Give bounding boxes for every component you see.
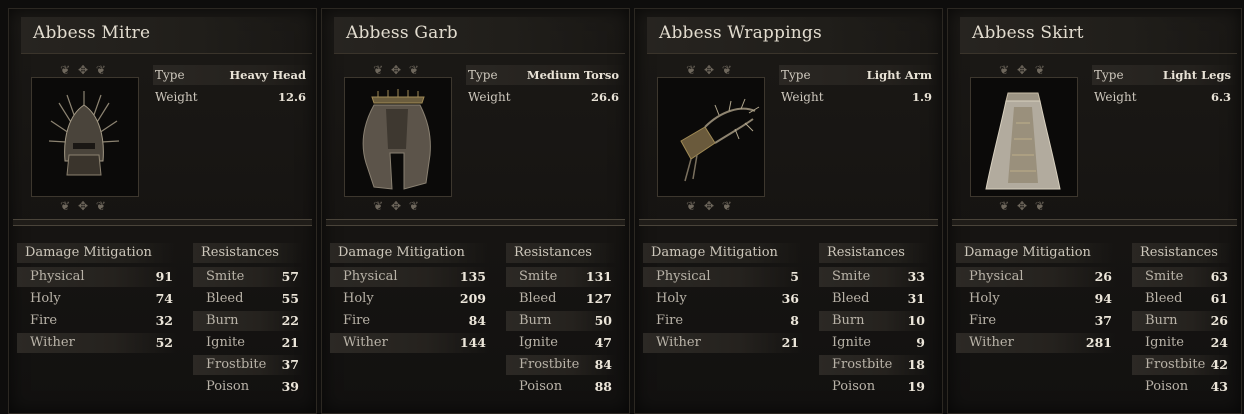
item-name: Abbess Wrappings — [659, 23, 822, 43]
damage-mitigation-header: Damage Mitigation — [17, 243, 177, 263]
stat-wither: Wither 281 — [956, 333, 1116, 353]
robe-icon — [362, 89, 431, 190]
stat-physical: Physical 135 — [330, 267, 490, 287]
weight-value: 1.9 — [911, 90, 932, 104]
res-bleed: Bleed 61 — [1145, 291, 1228, 306]
res-burn: Burn 10 — [819, 311, 929, 331]
stat-physical: Physical 91 — [17, 267, 177, 287]
divider — [13, 219, 312, 226]
type-label: Type — [155, 68, 185, 82]
res-poison: Poison 88 — [519, 379, 612, 394]
stat-physical: Physical 26 — [956, 267, 1116, 287]
res-poison: Poison 43 — [1145, 379, 1228, 394]
stat-wither: Wither 144 — [330, 333, 490, 353]
res-poison: Poison 19 — [832, 379, 925, 394]
type-label: Type — [1094, 68, 1124, 82]
res-smite: Smite 131 — [506, 267, 616, 287]
res-smite: Smite 63 — [1132, 267, 1232, 287]
stat-physical: Physical 5 — [643, 267, 803, 287]
resistances-header: Resistances — [819, 243, 929, 263]
armor-card-abbess-mitre[interactable]: Abbess Mitre ❦ ✥ ❦ ❦ ✥ ❦ Type Heavy Head — [8, 8, 317, 414]
divider — [952, 219, 1237, 226]
weight-label: Weight — [1094, 90, 1137, 104]
res-ignite: Ignite 47 — [519, 335, 612, 350]
helmet-icon — [48, 91, 120, 176]
armor-card-abbess-skirt[interactable]: Abbess Skirt ❦ ✥ ❦ ❦ ✥ ❦ Type Light Legs … — [947, 8, 1242, 414]
res-frostbite: Frostbite 84 — [506, 355, 616, 375]
stat-holy: Holy 209 — [343, 291, 486, 306]
ornament-bottom-icon: ❦ ✥ ❦ — [373, 199, 421, 213]
weight-label: Weight — [155, 90, 198, 104]
res-frostbite: Frostbite 37 — [193, 355, 303, 375]
armor-card-abbess-garb[interactable]: Abbess Garb ❦ ✥ ❦ ❦ ✥ ❦ Type Medium Torso… — [321, 8, 630, 414]
res-bleed: Bleed 31 — [832, 291, 925, 306]
item-name: Abbess Garb — [346, 23, 458, 43]
divider — [326, 219, 625, 226]
item-name: Abbess Skirt — [972, 23, 1084, 43]
res-ignite: Ignite 24 — [1145, 335, 1228, 350]
res-bleed: Bleed 127 — [519, 291, 612, 306]
ornament-bottom-icon: ❦ ✥ ❦ — [60, 199, 108, 213]
stat-fire: Fire 8 — [656, 313, 799, 328]
item-image-frame: ❦ ✥ ❦ ❦ ✥ ❦ — [647, 63, 773, 213]
stat-holy: Holy 36 — [656, 291, 799, 306]
divider — [639, 219, 938, 226]
type-value: Heavy Head — [229, 68, 306, 82]
weight-value: 6.3 — [1210, 90, 1231, 104]
ornament-bottom-icon: ❦ ✥ ❦ — [686, 199, 734, 213]
armor-compare-panel: Abbess Mitre ❦ ✥ ❦ ❦ ✥ ❦ Type Heavy Head — [0, 0, 1244, 414]
resistances-header: Resistances — [1132, 243, 1232, 263]
stat-wither: Wither 52 — [17, 333, 177, 353]
ornament-bottom-icon: ❦ ✥ ❦ — [999, 199, 1047, 213]
weight-label: Weight — [468, 90, 511, 104]
stat-fire: Fire 32 — [30, 313, 173, 328]
type-value: Light Legs — [1162, 68, 1231, 82]
resistances-header: Resistances — [193, 243, 303, 263]
res-burn: Burn 26 — [1132, 311, 1232, 331]
item-image-frame: ❦ ✥ ❦ ❦ ✥ ❦ — [334, 63, 460, 213]
damage-mitigation-header: Damage Mitigation — [956, 243, 1116, 263]
stat-fire: Fire 37 — [969, 313, 1112, 328]
res-burn: Burn 22 — [193, 311, 303, 331]
item-image-frame: ❦ ✥ ❦ ❦ ✥ ❦ — [21, 63, 147, 213]
skirt-icon — [985, 92, 1061, 190]
weight-value: 26.6 — [590, 90, 619, 104]
res-ignite: Ignite 21 — [206, 335, 299, 350]
res-smite: Smite 57 — [193, 267, 303, 287]
res-poison: Poison 39 — [206, 379, 299, 394]
item-name: Abbess Mitre — [33, 23, 151, 43]
stat-holy: Holy 74 — [30, 291, 173, 306]
res-frostbite: Frostbite 18 — [819, 355, 929, 375]
item-image-frame: ❦ ✥ ❦ ❦ ✥ ❦ — [960, 63, 1086, 213]
res-ignite: Ignite 9 — [832, 335, 925, 350]
type-label: Type — [781, 68, 811, 82]
type-label: Type — [468, 68, 498, 82]
res-bleed: Bleed 55 — [206, 291, 299, 306]
armor-card-abbess-wrappings[interactable]: Abbess Wrappings ❦ ✥ ❦ ❦ ✥ ❦ Type Light A… — [634, 8, 943, 414]
weight-value: 12.6 — [277, 90, 306, 104]
type-value: Medium Torso — [526, 68, 619, 82]
resistances-header: Resistances — [506, 243, 616, 263]
res-burn: Burn 50 — [506, 311, 616, 331]
stat-fire: Fire 84 — [343, 313, 486, 328]
damage-mitigation-header: Damage Mitigation — [330, 243, 490, 263]
weight-label: Weight — [781, 90, 824, 104]
damage-mitigation-header: Damage Mitigation — [643, 243, 803, 263]
stat-wither: Wither 21 — [643, 333, 803, 353]
res-smite: Smite 33 — [819, 267, 929, 287]
res-frostbite: Frostbite 42 — [1132, 355, 1232, 375]
stat-holy: Holy 94 — [969, 291, 1112, 306]
gauntlet-icon — [680, 98, 760, 182]
type-value: Light Arm — [866, 68, 932, 82]
